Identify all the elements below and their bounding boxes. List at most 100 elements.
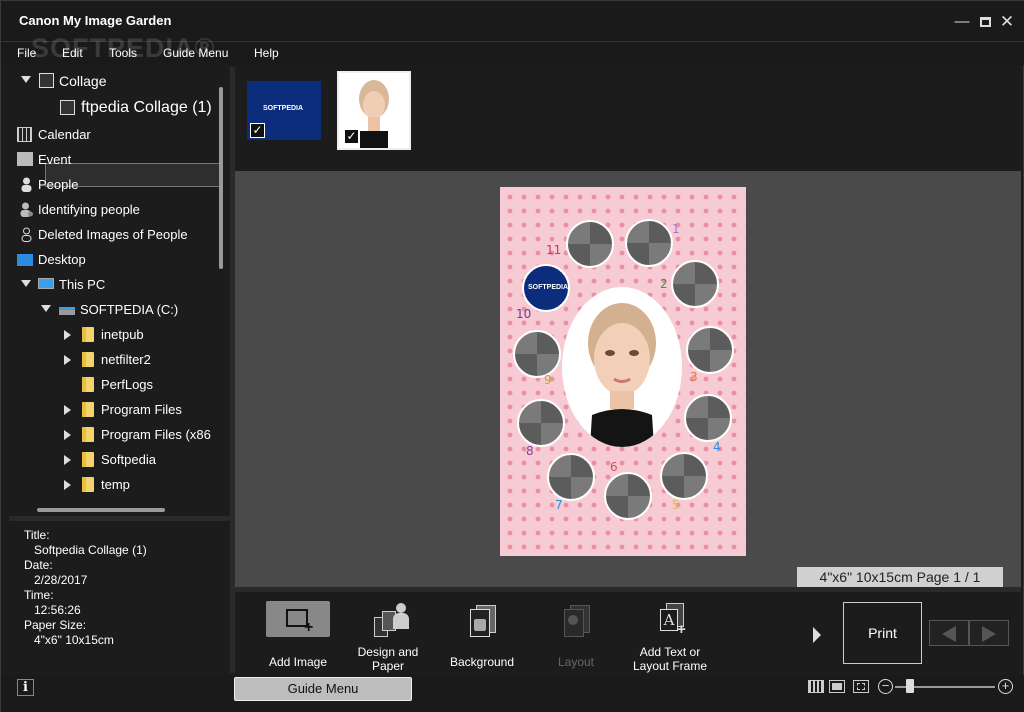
tree-item-event[interactable]: Event: [9, 149, 209, 171]
menu-file[interactable]: File: [17, 46, 36, 60]
guide-menu-button[interactable]: Guide Menu: [234, 677, 412, 701]
thumbnail-view-icon[interactable]: [808, 680, 824, 693]
tree-item-folder[interactable]: temp: [9, 474, 224, 496]
folder-icon: [82, 327, 94, 342]
slot-number: 9: [544, 373, 552, 387]
tool-label: Add Text or: [639, 645, 701, 659]
menu-guide[interactable]: Guide Menu: [163, 46, 228, 60]
zoom-in-icon[interactable]: +: [998, 679, 1013, 694]
print-button[interactable]: Print: [843, 602, 922, 664]
tree-horizontal-scrollbar[interactable]: [37, 508, 165, 512]
tree-item-folder[interactable]: Program Files (x86: [9, 424, 224, 446]
tool-label: Layout: [557, 655, 595, 669]
next-page-button[interactable]: [969, 620, 1009, 646]
add-text-button[interactable]: A + Add Text or Layout Frame: [629, 601, 711, 673]
image-thumbnail-strip: SOFTPEDIA ✓ ✓: [235, 67, 1021, 169]
tree-item-this-pc[interactable]: This PC: [9, 274, 209, 296]
tree-item-folder[interactable]: PerfLogs: [9, 374, 224, 396]
tree-item-collage-doc[interactable]: ftpedia Collage (1): [45, 97, 223, 119]
tree-item-people[interactable]: People: [9, 174, 209, 196]
tree-label: PerfLogs: [101, 377, 154, 392]
info-icon[interactable]: i: [17, 679, 34, 696]
canvas-splitter[interactable]: [235, 587, 1021, 592]
tree-item-folder[interactable]: Softpedia: [9, 449, 224, 471]
photo-slot[interactable]: [547, 453, 595, 501]
tree-item-folder[interactable]: Program Files: [9, 399, 224, 421]
close-icon[interactable]: ✕: [998, 13, 1016, 31]
fit-view-icon[interactable]: [853, 680, 869, 693]
expand-arrow-icon[interactable]: [64, 480, 71, 490]
tree-label: Identifying people: [38, 202, 140, 217]
tree-label: inetpub: [101, 327, 144, 342]
menu-tools[interactable]: Tools: [109, 46, 137, 60]
tree-label: Softpedia: [101, 452, 156, 467]
expand-arrow-icon[interactable]: [21, 280, 31, 287]
item-info-panel: Title: Softpedia Collage (1) Date: 2/28/…: [9, 521, 229, 671]
photo-slot-softpedia-logo[interactable]: SOFTPEDIA: [522, 264, 570, 312]
tree-item-drive[interactable]: SOFTPEDIA (C:): [9, 299, 209, 321]
expand-arrow-icon[interactable]: [64, 355, 71, 365]
photo-slot[interactable]: [684, 394, 732, 442]
arrow-right-icon: [982, 626, 996, 642]
paper-size-value: 4"x6" 10x15cm: [34, 633, 114, 647]
main-photo-frame[interactable]: [562, 287, 682, 447]
logo-text: SOFTPEDIA: [263, 105, 304, 112]
tree-item-desktop[interactable]: Desktop: [9, 249, 209, 271]
event-icon: [17, 152, 33, 166]
thumbnail-checkbox[interactable]: ✓: [344, 129, 359, 144]
photo-slot[interactable]: [566, 220, 614, 268]
photo-slot[interactable]: [604, 472, 652, 520]
slot-number: 8: [526, 444, 534, 458]
tree-label: People: [38, 177, 79, 192]
thumbnail-portrait[interactable]: ✓: [337, 71, 411, 150]
thumbnail-checkbox[interactable]: ✓: [250, 123, 265, 138]
minimize-icon[interactable]: —: [953, 13, 971, 31]
title-value: Softpedia Collage (1): [34, 543, 147, 557]
logo-text: SOFTPEDIA: [528, 284, 569, 291]
add-image-button[interactable]: + Add Image: [265, 601, 331, 669]
menu-edit[interactable]: Edit: [62, 46, 83, 60]
previous-page-button[interactable]: [929, 620, 969, 646]
photo-slot[interactable]: [625, 219, 673, 267]
tree-label: Collage: [59, 73, 107, 89]
layout-button[interactable]: Layout: [541, 601, 611, 669]
zoom-out-icon[interactable]: −: [878, 679, 893, 694]
photo-slot[interactable]: [660, 452, 708, 500]
photo-slot[interactable]: [513, 330, 561, 378]
tree-vertical-scrollbar[interactable]: [219, 87, 223, 269]
expand-arrow-icon[interactable]: [64, 405, 71, 415]
tree-item-calendar[interactable]: Calendar: [9, 124, 209, 146]
design-and-paper-button[interactable]: Design and Paper: [353, 601, 423, 673]
photo-slot[interactable]: [517, 399, 565, 447]
expand-arrow-icon[interactable]: [64, 330, 71, 340]
menu-help[interactable]: Help: [254, 46, 279, 60]
thumbnail-softpedia-logo[interactable]: SOFTPEDIA ✓: [247, 81, 321, 140]
expand-arrow-icon[interactable]: [41, 305, 51, 312]
slot-number: 3: [690, 370, 698, 384]
photo-slot[interactable]: [671, 260, 719, 308]
background-icon: [460, 601, 504, 641]
zoom-slider-handle[interactable]: [906, 679, 914, 693]
tree-item-folder[interactable]: netfilter2: [9, 349, 224, 371]
tree-item-folder[interactable]: inetpub: [9, 324, 224, 346]
single-view-icon[interactable]: [829, 680, 845, 693]
time-label: Time:: [24, 588, 54, 602]
tree-item-deleted-people[interactable]: Deleted Images of People: [9, 224, 219, 246]
tree-item-collage[interactable]: Collage: [9, 70, 209, 92]
expand-arrow-icon[interactable]: [64, 430, 71, 440]
background-button[interactable]: Background: [447, 601, 517, 669]
tree-label: Program Files (x86: [101, 427, 211, 442]
expand-toolbar-arrow-icon[interactable]: [813, 627, 821, 643]
layout-icon: [554, 601, 598, 641]
slot-number: 10: [516, 307, 532, 321]
tree-item-identifying[interactable]: Identifying people: [9, 199, 209, 221]
maximize-icon[interactable]: [976, 13, 994, 31]
deleted-person-icon: [21, 227, 32, 242]
expand-arrow-icon[interactable]: [64, 455, 71, 465]
collage-paper[interactable]: SOFTPEDIA 1 2 3 4 5 6 7 8 9 10 11: [500, 187, 746, 556]
expand-arrow-icon[interactable]: [21, 76, 31, 83]
photo-slot[interactable]: [686, 326, 734, 374]
tool-label: Add Image: [268, 655, 328, 669]
slot-number: 4: [713, 440, 721, 454]
date-value: 2/28/2017: [34, 573, 88, 587]
